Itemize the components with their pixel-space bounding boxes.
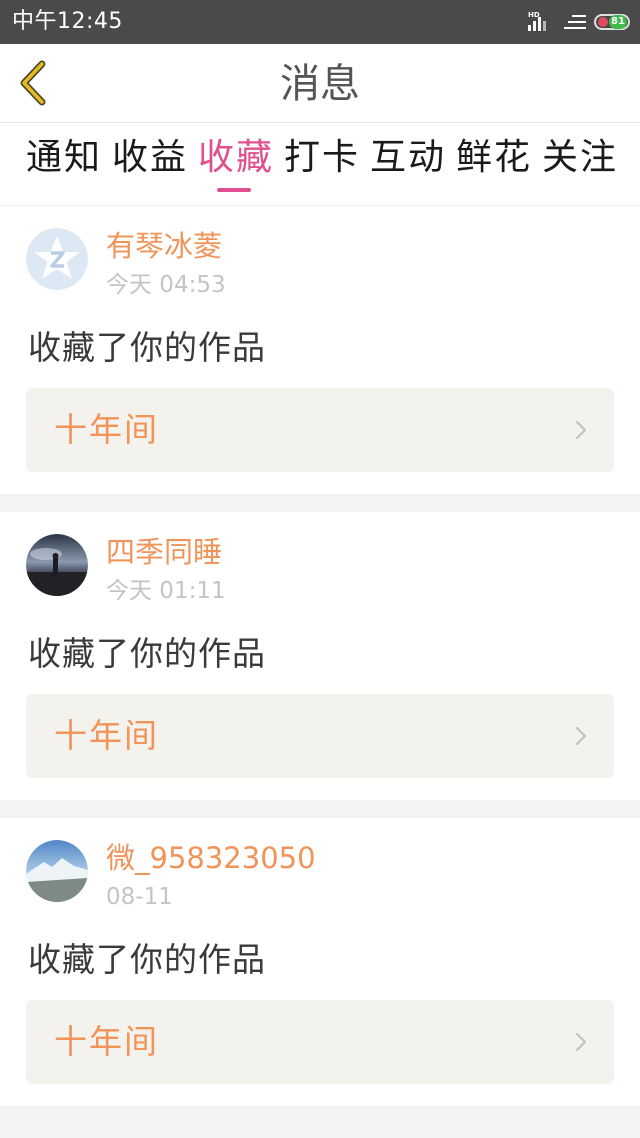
work-link[interactable]: 十年间 — [26, 1000, 614, 1084]
action-text: 收藏了你的作品 — [28, 328, 266, 367]
chevron-right-icon — [575, 1032, 587, 1052]
work-title: 十年间 — [54, 1022, 159, 1061]
tab-bar: 通知 收益 收藏 打卡 互动 鲜花 关注 — [0, 123, 640, 205]
work-title: 十年间 — [54, 716, 159, 755]
status-bar: 中午12:45 HD 81 — [0, 0, 640, 44]
username[interactable]: 四季同睡 — [106, 534, 222, 570]
wifi-icon — [564, 14, 586, 30]
message-card: 四季同睡 今天 01:11 收藏了你的作品 十年间 — [0, 512, 640, 800]
timestamp: 今天 04:53 — [106, 272, 226, 298]
user-photo-avatar — [26, 840, 88, 902]
battery-icon: 81 — [594, 14, 630, 30]
work-link[interactable]: 十年间 — [26, 388, 614, 472]
page-title: 消息 — [280, 61, 360, 107]
tab-checkin[interactable]: 打卡 — [284, 137, 360, 179]
tab-follows[interactable]: 关注 — [542, 137, 618, 179]
message-card: 有琴冰菱 今天 04:53 收藏了你的作品 十年间 — [0, 206, 640, 494]
chevron-right-icon — [575, 726, 587, 746]
work-link[interactable]: 十年间 — [26, 694, 614, 778]
timestamp: 今天 01:11 — [106, 578, 226, 604]
tab-flowers[interactable]: 鲜花 — [456, 137, 532, 179]
active-tab-indicator — [217, 188, 251, 192]
tab-earnings[interactable]: 收益 — [112, 137, 188, 179]
timestamp: 08-11 — [106, 884, 173, 910]
message-card: 微_958323050 08-11 收藏了你的作品 十年间 — [0, 818, 640, 1106]
action-text: 收藏了你的作品 — [28, 940, 266, 979]
battery-level: 81 — [609, 15, 627, 29]
tab-interactions[interactable]: 互动 — [370, 137, 446, 179]
user-photo-avatar — [26, 534, 88, 596]
action-text: 收藏了你的作品 — [28, 634, 266, 673]
signal-icon: HD — [528, 11, 554, 33]
header: 消息 — [0, 44, 640, 123]
username[interactable]: 有琴冰菱 — [106, 228, 222, 264]
avatar[interactable] — [26, 228, 88, 290]
status-icons: HD 81 — [528, 10, 630, 34]
tab-notifications[interactable]: 通知 — [26, 137, 102, 179]
work-title: 十年间 — [54, 410, 159, 449]
default-avatar-icon — [26, 228, 88, 290]
status-time: 中午12:45 — [12, 9, 123, 34]
avatar[interactable] — [26, 534, 88, 596]
username[interactable]: 微_958323050 — [106, 840, 316, 876]
chevron-right-icon — [575, 420, 587, 440]
avatar[interactable] — [26, 840, 88, 902]
tab-favorites[interactable]: 收藏 — [198, 137, 274, 179]
